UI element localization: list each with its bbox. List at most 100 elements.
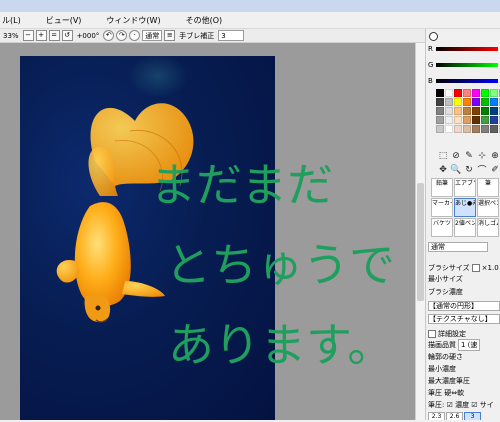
color-swatch[interactable] — [436, 116, 444, 124]
tool-icon[interactable]: ✥ — [437, 163, 449, 176]
blend-mode-select[interactable]: 通常 — [142, 30, 163, 41]
brush-button[interactable]: マーカー — [431, 198, 453, 217]
color-swatch[interactable] — [454, 116, 462, 124]
quality-label: 描画品質 — [428, 341, 456, 349]
rotate-reset-icon[interactable]: · — [129, 30, 141, 41]
menu-item-window[interactable]: ウィンドウ(W) — [86, 15, 165, 26]
color-swatch[interactable] — [481, 116, 489, 124]
color-swatch[interactable] — [472, 107, 480, 115]
tool-icon[interactable]: ⊹ — [476, 149, 488, 162]
vertical-scrollbar[interactable] — [415, 43, 425, 420]
rotation-value[interactable]: +000° — [75, 32, 102, 40]
color-swatch[interactable] — [454, 125, 462, 133]
menu-icon[interactable]: ≡ — [164, 30, 176, 41]
brush-button[interactable]: 消しゴム — [477, 218, 499, 237]
color-swatch[interactable] — [445, 116, 453, 124]
color-circle-icon[interactable] — [429, 32, 438, 41]
color-swatch[interactable] — [445, 125, 453, 133]
color-swatch[interactable] — [454, 98, 462, 106]
brush-button[interactable]: エアブラシ — [454, 178, 476, 197]
color-swatch[interactable] — [436, 107, 444, 115]
rotate-ccw-icon[interactable]: ↶ — [103, 30, 115, 41]
tool-icon[interactable]: ⊘ — [450, 149, 462, 162]
texture-select[interactable]: 【テクスチャなし】 — [428, 314, 500, 324]
tool-icon[interactable]: ↻ — [463, 163, 475, 176]
menu-item-layer[interactable]: ル(L) — [0, 15, 26, 26]
color-swatch[interactable] — [454, 107, 462, 115]
color-swatch[interactable] — [472, 89, 480, 97]
tool-icon[interactable]: ⊕ — [489, 149, 500, 162]
size-preset-1[interactable]: 2.3 — [428, 411, 445, 420]
quality-select[interactable]: 1 (速 — [458, 339, 481, 351]
channel-g-row[interactable]: G — [428, 60, 499, 69]
color-swatch[interactable] — [445, 89, 453, 97]
channel-g-slider[interactable] — [436, 62, 499, 67]
size-preset-3[interactable]: 3 — [464, 411, 481, 420]
brush-button[interactable]: 筆 — [477, 178, 499, 197]
collapse-icon[interactable] — [428, 330, 436, 338]
rotate-left-icon[interactable]: ↺ — [61, 30, 73, 41]
color-swatch[interactable] — [490, 125, 498, 133]
brush-button[interactable]: バケツ — [431, 218, 453, 237]
color-swatch[interactable] — [490, 89, 498, 97]
scrollbar-thumb[interactable] — [417, 183, 424, 301]
color-swatch[interactable] — [472, 125, 480, 133]
brush-button[interactable]: 鉛筆 — [431, 178, 453, 197]
color-swatch[interactable] — [436, 98, 444, 106]
color-swatch[interactable] — [454, 89, 462, 97]
brush-size-value[interactable]: ×1.0 — [482, 264, 499, 272]
tool-icon[interactable]: ⬚ — [437, 149, 449, 162]
menu-item-view[interactable]: ビュー(V) — [26, 15, 87, 26]
canvas-area[interactable]: まだまだ とちゅうで あります。 — [0, 43, 415, 420]
color-swatch[interactable] — [481, 107, 489, 115]
color-swatch[interactable] — [463, 125, 471, 133]
brush-size-row[interactable]: ブラシサイズ ×1.0 — [428, 263, 499, 273]
zoom-value[interactable]: 33% — [1, 32, 21, 40]
channel-b-slider[interactable] — [435, 78, 498, 83]
shape-select[interactable]: 【通常の円形】 — [428, 301, 500, 311]
tool-icon[interactable]: ✎ — [463, 149, 475, 162]
tool-icon[interactable]: ⌒ — [476, 163, 488, 176]
min-density-label: 最小濃度 — [428, 365, 456, 373]
channel-r-slider[interactable] — [435, 46, 498, 51]
stabilizer-select[interactable]: 3 — [218, 30, 245, 41]
color-swatch[interactable] — [481, 125, 489, 133]
detail-header[interactable]: 詳細設定 — [428, 329, 466, 339]
rotate-cw-icon[interactable]: ↷ — [116, 30, 128, 41]
color-swatch[interactable] — [463, 116, 471, 124]
color-swatch[interactable] — [436, 125, 444, 133]
channel-g-label: G — [428, 60, 434, 69]
color-swatch[interactable] — [436, 89, 444, 97]
color-swatch[interactable] — [490, 107, 498, 115]
brush-button[interactable]: あじ●み — [454, 198, 476, 217]
handwriting-line-1: まだまだ — [150, 158, 333, 212]
color-swatch[interactable] — [463, 98, 471, 106]
tool-icon[interactable]: 🔍 — [450, 163, 462, 176]
color-swatch[interactable] — [490, 98, 498, 106]
zoom-in-icon[interactable]: + — [35, 30, 47, 41]
color-swatch[interactable] — [445, 107, 453, 115]
brush-button[interactable]: 選択ペン — [477, 198, 499, 217]
channel-b-row[interactable]: B — [428, 76, 498, 85]
color-swatch[interactable] — [481, 98, 489, 106]
color-swatch[interactable] — [463, 107, 471, 115]
size-presets: 2.3 2.6 3 — [428, 411, 481, 420]
color-swatch[interactable] — [463, 89, 471, 97]
min-size-label: 最小サイズ — [428, 275, 463, 283]
blend-select[interactable]: 通常 — [428, 242, 488, 252]
brush-grid: 鉛筆エアブラシ筆マーカーあじ●み選択ペンバケツ2値ペン消しゴム — [431, 178, 499, 237]
color-swatch[interactable] — [472, 98, 480, 106]
brush-button[interactable]: 2値ペン — [454, 218, 476, 237]
zoom-reset-icon[interactable]: = — [48, 30, 60, 41]
brush-size-checkbox[interactable] — [471, 264, 480, 272]
color-swatch[interactable] — [472, 116, 480, 124]
tool-icon[interactable]: ✐ — [489, 163, 500, 176]
pressure-checks[interactable]: 筆圧: ☑ 濃度 ☑ サイ — [428, 400, 494, 410]
menu-item-other[interactable]: その他(O) — [166, 15, 228, 26]
size-preset-2[interactable]: 2.6 — [446, 411, 463, 420]
color-swatch[interactable] — [445, 98, 453, 106]
zoom-out-icon[interactable]: − — [22, 30, 34, 41]
channel-r-row[interactable]: R — [428, 44, 498, 53]
color-swatch[interactable] — [481, 89, 489, 97]
color-swatch[interactable] — [490, 116, 498, 124]
